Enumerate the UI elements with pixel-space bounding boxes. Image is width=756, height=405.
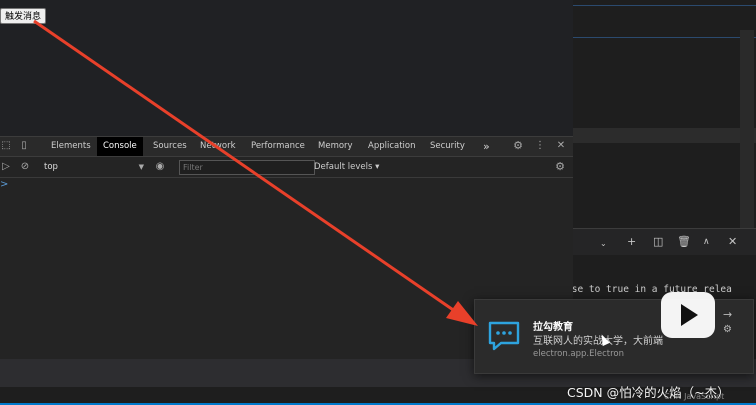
csdn-watermark: CSDN @怕冷的火焰（~杰） — [567, 385, 730, 400]
chat-bubble-icon — [488, 321, 520, 351]
code-editor — [573, 0, 756, 227]
console-settings-icon[interactable]: ⚙ — [554, 161, 566, 173]
filter-input[interactable] — [179, 160, 315, 175]
close-panel-icon[interactable]: ✕ — [728, 235, 737, 249]
device-toolbar-icon[interactable]: ▯ — [18, 140, 30, 152]
editor-selection-line — [573, 5, 756, 6]
chevron-up-icon[interactable]: ∧ — [703, 235, 710, 249]
terminal-panel-header: ⌄ + ◫ 🗑 ∧ ✕ — [573, 228, 756, 255]
play-icon — [681, 304, 698, 326]
trash-icon[interactable]: 🗑 — [677, 235, 691, 249]
gear-icon[interactable]: ⚙ — [512, 140, 524, 152]
notification-source: electron.app.Electron — [533, 349, 624, 359]
log-levels-dropdown[interactable]: Default levels ▾ — [314, 157, 379, 177]
close-devtools-icon[interactable]: ✕ — [555, 140, 567, 152]
context-value: top — [44, 162, 58, 172]
sidebar-toggle-icon[interactable]: ▷ — [0, 161, 12, 173]
devtools-tab-bar: ⬚ ▯ Elements Console Sources Network Per… — [0, 137, 573, 157]
editor-selection-line — [573, 37, 756, 38]
editor-current-line — [573, 128, 756, 143]
inspect-element-icon[interactable]: ⬚ — [0, 140, 12, 152]
tab-performance[interactable]: Performance — [251, 137, 305, 156]
add-terminal-icon[interactable]: + — [627, 235, 636, 249]
play-button[interactable] — [661, 292, 715, 338]
notification-body: 互联网人的实战大学，大前端 — [533, 336, 663, 347]
more-options-icon[interactable]: ⋮ — [534, 140, 546, 152]
tab-elements[interactable]: Elements — [51, 137, 91, 156]
settings-icon[interactable]: ⚙ — [723, 324, 732, 335]
console-prompt[interactable]: > — [0, 179, 8, 190]
tab-console[interactable]: Console — [97, 137, 143, 156]
more-tabs-button[interactable]: » — [483, 137, 490, 156]
tab-sources[interactable]: Sources — [153, 137, 187, 156]
chevron-down-icon: ▼ — [138, 163, 144, 171]
tab-security[interactable]: Security — [430, 137, 465, 156]
context-selector[interactable]: top ▼ — [44, 157, 144, 177]
console-toolbar: ▷ ⊘ top ▼ ◉ Default levels ▾ ⚙ — [0, 157, 573, 178]
clear-console-icon[interactable]: ⊘ — [19, 161, 31, 173]
trigger-message-button[interactable]: 触发消息 — [0, 8, 47, 24]
split-terminal-icon[interactable]: ◫ — [653, 235, 663, 249]
chevron-down-icon[interactable]: ⌄ — [600, 237, 607, 251]
tab-network[interactable]: Network — [200, 137, 236, 156]
editor-scrollbar[interactable] — [740, 30, 754, 230]
notification-title: 拉勾教育 — [533, 322, 573, 333]
app-window: 触发消息 — [0, 0, 573, 136]
eye-icon[interactable]: ◉ — [154, 161, 166, 173]
arrow-right-icon[interactable]: → — [723, 308, 732, 321]
tab-application[interactable]: Application — [368, 137, 416, 156]
tab-memory[interactable]: Memory — [318, 137, 353, 156]
